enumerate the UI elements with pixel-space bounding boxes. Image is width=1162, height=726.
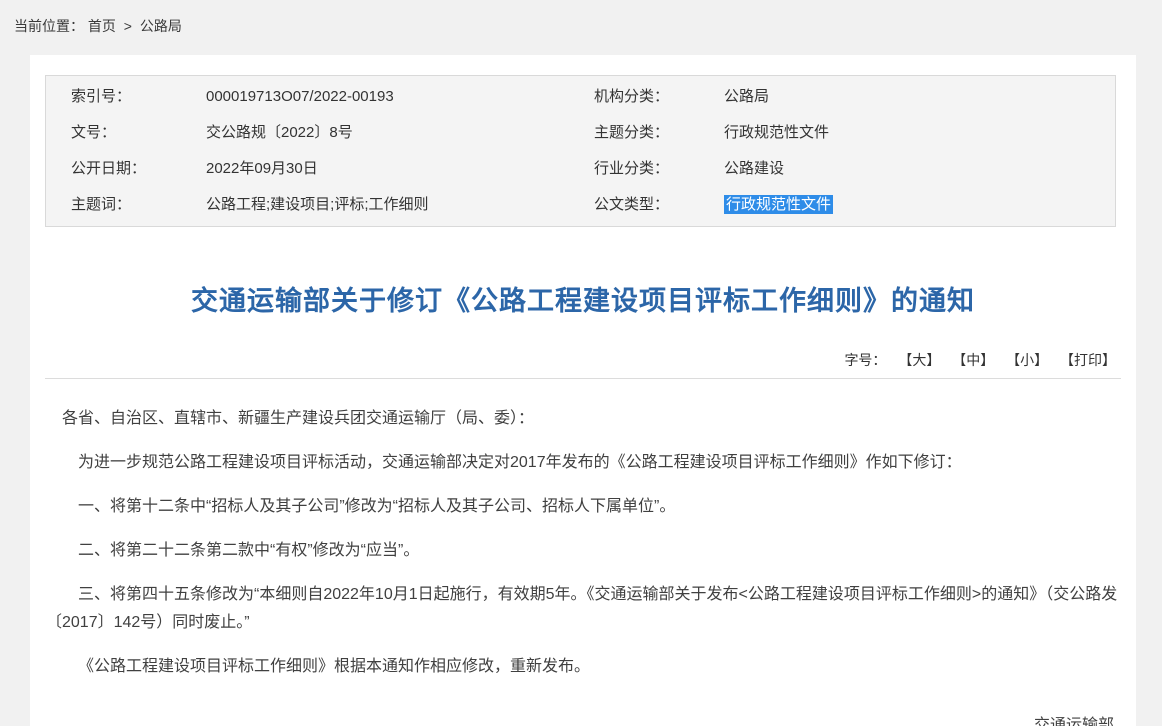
breadcrumb-separator: > bbox=[124, 18, 132, 34]
document-meta-table: 索引号： 000019713O07/2022-00193 机构分类： 公路局 文… bbox=[45, 75, 1116, 227]
document-card: 索引号： 000019713O07/2022-00193 机构分类： 公路局 文… bbox=[30, 55, 1136, 726]
document-title: 交通运输部关于修订《公路工程建设项目评标工作细则》的通知 bbox=[70, 279, 1096, 318]
font-size-small-button[interactable]: 【小】 bbox=[1006, 350, 1048, 370]
meta-row-doc-number: 文号： 交公路规〔2022〕8号 主题分类： 行政规范性文件 bbox=[46, 115, 1115, 151]
meta-value-org-category: 公路局 bbox=[724, 79, 1115, 115]
meta-value-keywords: 公路工程;建设项目;评标;工作细则 bbox=[206, 187, 594, 223]
font-size-large-button[interactable]: 【大】 bbox=[898, 350, 940, 370]
paragraph-salutation: 各省、自治区、直辖市、新疆生产建设兵团交通运输厅（局、委）： bbox=[46, 405, 1120, 433]
meta-label-publish-date: 公开日期： bbox=[46, 151, 206, 187]
meta-label-doc-type: 公文类型： bbox=[594, 187, 724, 223]
meta-label-doc-number: 文号： bbox=[46, 115, 206, 151]
paragraph-item-3: 三、将第四十五条修改为“本细则自2022年10月1日起施行，有效期5年。《交通运… bbox=[46, 581, 1120, 637]
meta-label-keywords: 主题词： bbox=[46, 187, 206, 223]
paragraph-item-2: 二、将第二十二条第二款中“有权”修改为“应当”。 bbox=[46, 537, 1120, 565]
font-size-label: 字号： bbox=[844, 352, 886, 368]
meta-value-publish-date: 2022年09月30日 bbox=[206, 151, 594, 187]
meta-row-publish-date: 公开日期： 2022年09月30日 行业分类： 公路建设 bbox=[46, 151, 1115, 187]
signature-block: 交通运输部 2022年9月30日 bbox=[30, 713, 1114, 726]
paragraph-closing: 《公路工程建设项目评标工作细则》根据本通知作相应修改，重新发布。 bbox=[46, 653, 1120, 681]
breadcrumb: 当前位置： 首页 > 公路局 bbox=[0, 0, 1162, 55]
signature-issuer: 交通运输部 bbox=[30, 713, 1114, 726]
meta-value-topic-category: 行政规范性文件 bbox=[724, 115, 1115, 151]
meta-value-index-number: 000019713O07/2022-00193 bbox=[206, 79, 594, 115]
font-size-medium-button[interactable]: 【中】 bbox=[952, 350, 994, 370]
selected-text-highlight: 行政规范性文件 bbox=[724, 195, 833, 214]
meta-value-doc-number: 交公路规〔2022〕8号 bbox=[206, 115, 594, 151]
breadcrumb-home-link[interactable]: 首页 bbox=[88, 18, 116, 34]
document-body: 各省、自治区、直辖市、新疆生产建设兵团交通运输厅（局、委）： 为进一步规范公路工… bbox=[30, 379, 1136, 681]
meta-label-org-category: 机构分类： bbox=[594, 79, 724, 115]
breadcrumb-label: 当前位置： bbox=[14, 18, 84, 34]
meta-row-index: 索引号： 000019713O07/2022-00193 机构分类： 公路局 bbox=[46, 79, 1115, 115]
meta-label-industry-category: 行业分类： bbox=[594, 151, 724, 187]
meta-value-industry-category: 公路建设 bbox=[724, 151, 1115, 187]
breadcrumb-current: 公路局 bbox=[140, 18, 182, 34]
print-button[interactable]: 【打印】 bbox=[1060, 350, 1116, 370]
font-size-controls: 字号： 【大】 【中】 【小】 【打印】 bbox=[30, 350, 1116, 370]
meta-value-doc-type: 行政规范性文件 bbox=[724, 187, 1115, 223]
paragraph-item-1: 一、将第十二条中“招标人及其子公司”修改为“招标人及其子公司、招标人下属单位”。 bbox=[46, 493, 1120, 521]
meta-label-topic-category: 主题分类： bbox=[594, 115, 724, 151]
meta-row-keywords: 主题词： 公路工程;建设项目;评标;工作细则 公文类型： 行政规范性文件 bbox=[46, 187, 1115, 223]
meta-label-index-number: 索引号： bbox=[46, 79, 206, 115]
paragraph-intro: 为进一步规范公路工程建设项目评标活动，交通运输部决定对2017年发布的《公路工程… bbox=[46, 449, 1120, 477]
